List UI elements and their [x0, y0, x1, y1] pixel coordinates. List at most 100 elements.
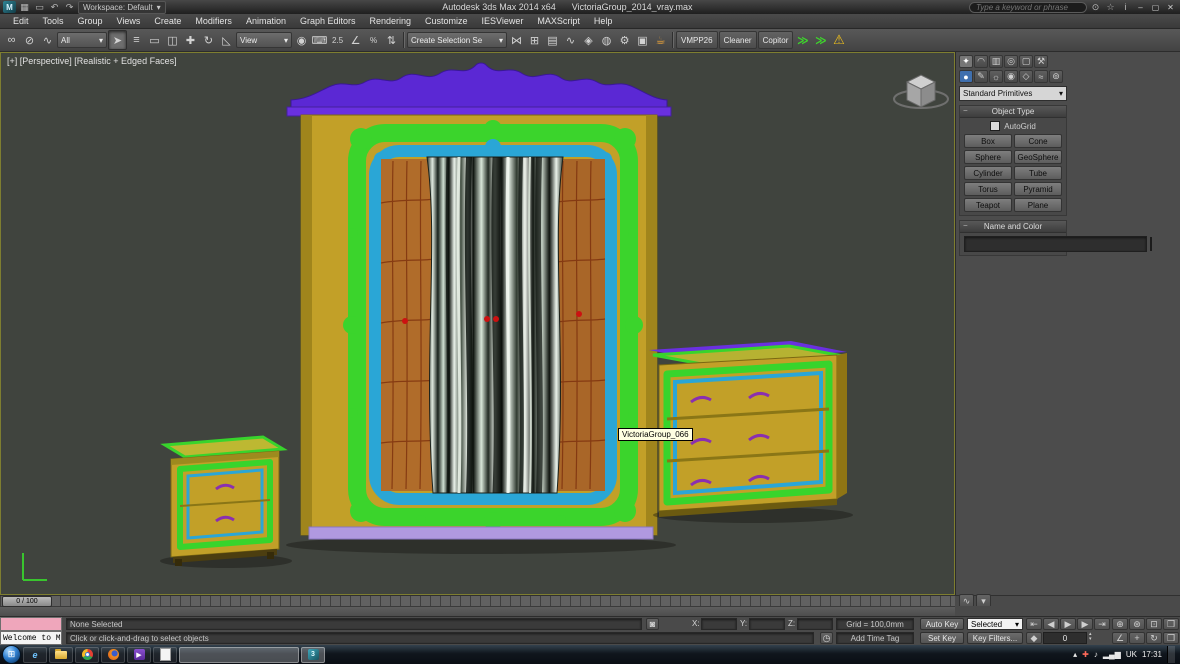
macro-recorder-pane[interactable]	[0, 617, 62, 631]
undo-icon[interactable]: ↶	[48, 1, 61, 13]
spinner-down-icon[interactable]: ▾	[1089, 637, 1092, 642]
key-mode-toggle[interactable]: ◆	[1026, 632, 1042, 644]
set-key-button[interactable]: Set Key	[920, 632, 964, 644]
tab-utilities-icon[interactable]: ⚒	[1034, 55, 1048, 68]
show-desktop-button[interactable]	[1167, 646, 1175, 663]
select-and-link-icon[interactable]: ∞	[3, 31, 20, 49]
tab-modify-icon[interactable]: ◠	[974, 55, 988, 68]
pyramid-button[interactable]: Pyramid	[1014, 182, 1062, 196]
maxscript-listener-pane[interactable]: Welcome to M	[0, 631, 62, 645]
sphere-button[interactable]: Sphere	[964, 150, 1012, 164]
taskbar-3dsmax-button[interactable]: 3	[301, 647, 325, 663]
redo-icon[interactable]: ↷	[63, 1, 76, 13]
cylinder-button[interactable]: Cylinder	[964, 166, 1012, 180]
taskbar-media-button[interactable]: ▶	[127, 647, 151, 663]
previous-frame-button[interactable]: ◀	[1043, 618, 1059, 630]
y-coordinate-field[interactable]	[749, 618, 785, 630]
close-button[interactable]: ✕	[1164, 2, 1177, 13]
category-systems-icon[interactable]: ⊚	[1049, 70, 1063, 83]
warning-icon[interactable]: ⚠	[830, 31, 847, 49]
time-slider-handle[interactable]: 0 / 100	[2, 596, 52, 607]
snap-toggle-icon[interactable]: 2.5	[329, 31, 346, 49]
language-indicator[interactable]: UK	[1126, 650, 1137, 659]
zoom-all-icon[interactable]: ⊛	[1129, 618, 1145, 630]
search-box[interactable]	[969, 2, 1087, 13]
named-selection-dropdown[interactable]: Create Selection Se ▾	[407, 32, 507, 48]
select-object-icon[interactable]: ➤	[108, 30, 127, 50]
save-icon[interactable]: ▦	[18, 1, 31, 13]
field-of-view-icon[interactable]: ∠	[1112, 632, 1128, 644]
pan-icon[interactable]: +	[1129, 632, 1145, 644]
frame-spinner[interactable]: ▴ ▾	[1089, 632, 1092, 642]
maximize-button[interactable]: ▢	[1149, 2, 1162, 13]
spinner-snap-icon[interactable]: ⇅	[383, 31, 400, 49]
keyboard-override-icon[interactable]: ⌨	[311, 31, 328, 49]
minimize-button[interactable]: –	[1134, 2, 1147, 13]
select-and-rotate-icon[interactable]: ↻	[200, 31, 217, 49]
category-cameras-icon[interactable]: ◉	[1004, 70, 1018, 83]
render-production-icon[interactable]: ☕	[652, 31, 669, 49]
geosphere-button[interactable]: GeoSphere	[1014, 150, 1062, 164]
menu-create[interactable]: Create	[147, 14, 188, 28]
search-icon[interactable]: ⊙	[1089, 1, 1102, 13]
category-spacewarps-icon[interactable]: ≈	[1034, 70, 1048, 83]
tab-create-icon[interactable]: ✦	[959, 55, 973, 68]
select-and-scale-icon[interactable]: ◺	[218, 31, 235, 49]
menu-iesviewer[interactable]: IESViewer	[475, 14, 531, 28]
auto-key-button[interactable]: Auto Key	[920, 618, 964, 630]
go-to-end-button[interactable]: ⇥	[1094, 618, 1110, 630]
taskbar-ie-button[interactable]: e	[23, 647, 47, 663]
zoom-extents-icon[interactable]: ⊡	[1146, 618, 1162, 630]
zoom-icon[interactable]: ⊕	[1112, 618, 1128, 630]
current-frame-input[interactable]	[1044, 634, 1086, 643]
current-frame-field[interactable]	[1043, 632, 1087, 644]
primitive-category-dropdown[interactable]: Standard Primitives ▾	[959, 86, 1067, 101]
category-shapes-icon[interactable]: ✎	[974, 70, 988, 83]
key-filters-button[interactable]: Key Filters...	[967, 632, 1023, 644]
help-icon[interactable]: i	[1119, 1, 1132, 13]
app-logo-icon[interactable]: M	[3, 1, 16, 13]
select-and-move-icon[interactable]: ✚	[182, 31, 199, 49]
box-button[interactable]: Box	[964, 134, 1012, 148]
orbit-icon[interactable]: ↻	[1146, 632, 1162, 644]
viewport-canvas[interactable]	[1, 53, 954, 594]
track-bar[interactable]	[0, 606, 955, 616]
volume-icon[interactable]: ♪	[1094, 650, 1098, 659]
next-frame-button[interactable]: ▶	[1077, 618, 1093, 630]
copitor-button[interactable]: Copitor	[758, 31, 794, 49]
perspective-viewport[interactable]	[0, 52, 955, 595]
taskbar-open-window-button[interactable]	[179, 647, 299, 663]
tab-hierarchy-icon[interactable]: ▥	[989, 55, 1003, 68]
curve-editor-icon[interactable]: ∿	[562, 31, 579, 49]
add-time-tag-field[interactable]: Add Time Tag	[836, 632, 914, 644]
teapot-button[interactable]: Teapot	[964, 198, 1012, 212]
wardrobe-model[interactable]	[286, 63, 676, 554]
z-coordinate-field[interactable]	[797, 618, 833, 630]
action-center-icon[interactable]: ✚	[1082, 650, 1089, 659]
tab-motion-icon[interactable]: ◎	[1004, 55, 1018, 68]
go-to-start-button[interactable]: ⇤	[1026, 618, 1042, 630]
reference-coordinate-dropdown[interactable]: View ▾	[236, 32, 292, 48]
viewport-label[interactable]: [+] [Perspective] [Realistic + Edged Fac…	[7, 56, 177, 66]
vmpp26-button[interactable]: VMPP26	[676, 31, 718, 49]
cone-button[interactable]: Cone	[1014, 134, 1062, 148]
menu-group[interactable]: Group	[71, 14, 110, 28]
start-button[interactable]: ⊞	[2, 645, 21, 664]
object-type-rollout-header[interactable]: − Object Type	[960, 106, 1066, 118]
layer-manager-icon[interactable]: ▤	[544, 31, 561, 49]
use-pivot-center-icon[interactable]: ◉	[293, 31, 310, 49]
open-icon[interactable]: ▭	[33, 1, 46, 13]
selection-set-dropdown[interactable]: Selected ▾	[967, 618, 1023, 630]
selection-region-icon[interactable]: ▭	[146, 31, 163, 49]
menu-maxscript[interactable]: MAXScript	[530, 14, 587, 28]
taskbar-firefox-button[interactable]	[101, 647, 125, 663]
search-input[interactable]	[976, 3, 1080, 12]
zoom-region-icon[interactable]: ❒	[1163, 618, 1179, 630]
category-helpers-icon[interactable]: ◇	[1019, 70, 1033, 83]
autogrid-checkbox[interactable]	[990, 121, 1000, 131]
taskbar-explorer-button[interactable]	[49, 647, 73, 663]
menu-graph-editors[interactable]: Graph Editors	[293, 14, 363, 28]
selection-filter-dropdown[interactable]: All ▾	[57, 32, 107, 48]
category-lights-icon[interactable]: ☼	[989, 70, 1003, 83]
window-crossing-icon[interactable]: ◫	[164, 31, 181, 49]
